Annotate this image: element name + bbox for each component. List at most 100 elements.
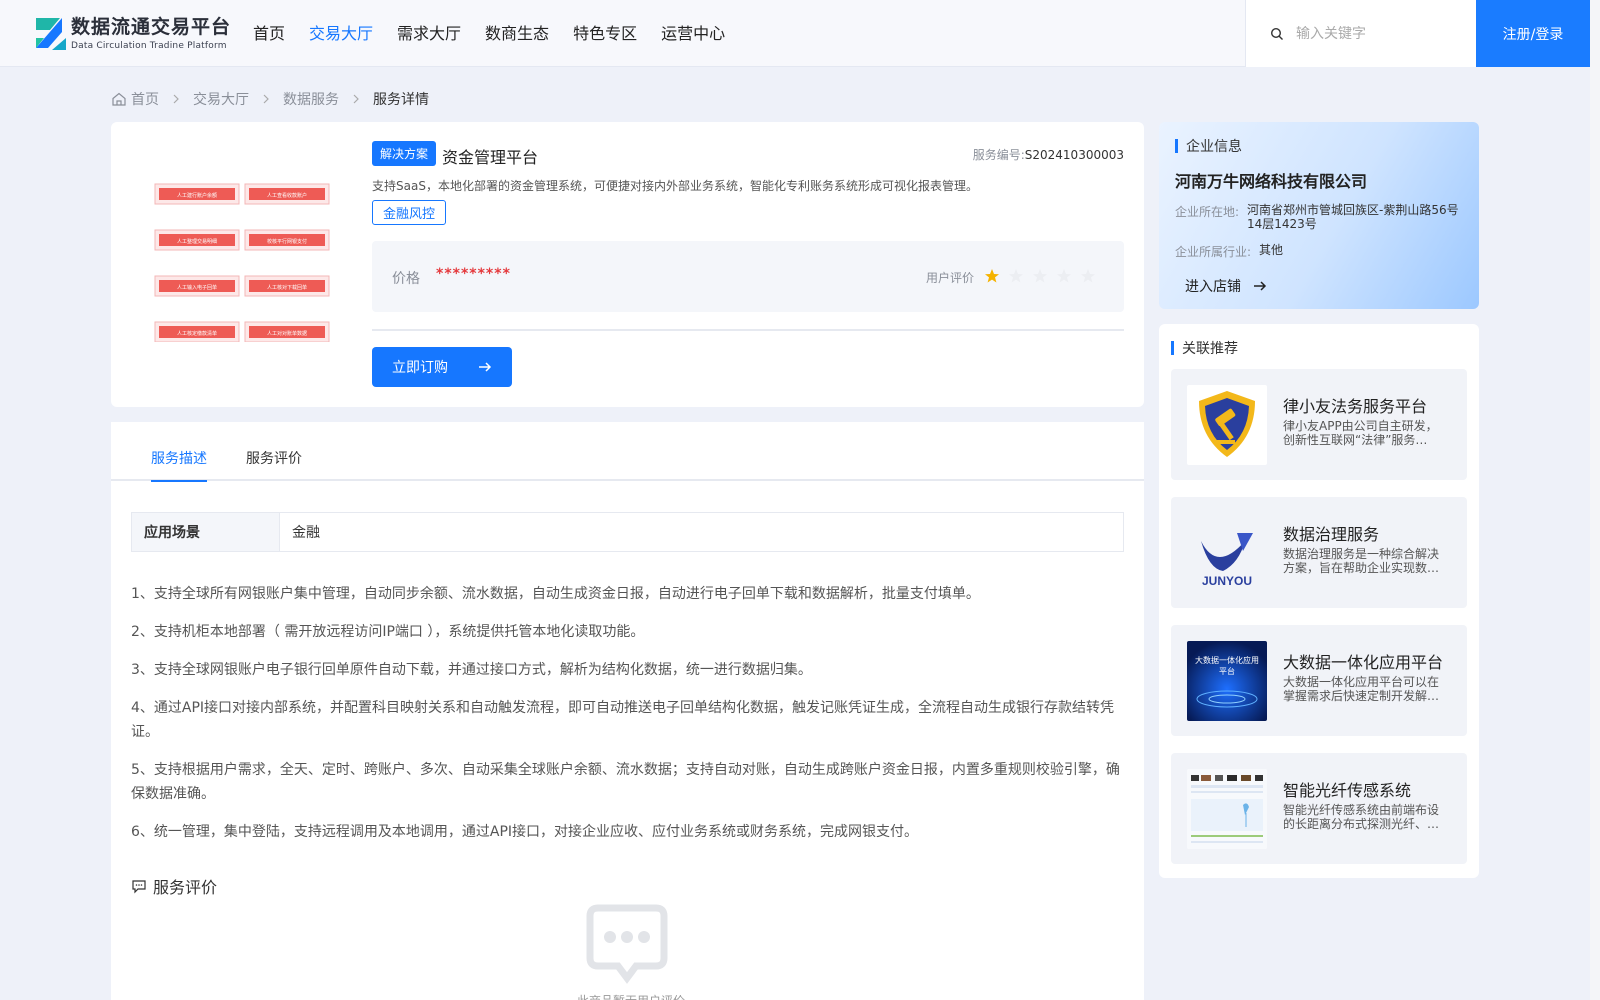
scene-key: 应用场景: [132, 513, 280, 551]
bigdata-banner-icon: 大数据一体化应用平台: [1187, 641, 1267, 721]
industry-label: 企业所属行业:: [1175, 245, 1252, 259]
svg-text:人工核对下载回单: 人工核对下载回单: [267, 284, 307, 291]
search-icon[interactable]: [1270, 27, 1284, 41]
svg-text:人工建行账户余额: 人工建行账户余额: [177, 192, 217, 199]
detail-tabs: 服务描述 服务评价: [111, 422, 1144, 482]
nav-special-zone[interactable]: 特色专区: [565, 0, 645, 67]
image-step-box: 校核平行网银支付: [244, 229, 330, 251]
description-paragraph: 3、支持全球网银账户电子银行回单原件自动下载，并通过接口方式，解析为结构化数据，…: [131, 662, 812, 678]
price-label: 价格: [392, 271, 420, 287]
site-logo[interactable]: 数据流通交易平台 Data Circulation Tradine Platfo…: [30, 14, 231, 54]
service-code: 服务编号:S202410300003: [972, 148, 1124, 162]
star-rating: [984, 268, 1104, 284]
svg-text:校核平行网银支付: 校核平行网银支付: [267, 238, 307, 245]
recommend-desc: 大数据一体化应用平台可以在掌握需求后快速定制开发解…: [1283, 675, 1440, 703]
svg-text:人工输入电子回单: 人工输入电子回单: [177, 284, 217, 291]
description-paragraph: 1、支持全球所有网银账户集中管理，自动同步余额、流水数据，自动生成资金日报，自动…: [131, 586, 980, 602]
scene-value: 金融: [292, 525, 320, 541]
review-header: 服务评价: [131, 874, 217, 898]
industry-value: 其他: [1259, 243, 1284, 257]
price-panel: 价格 ********* 用户评价: [372, 241, 1124, 312]
product-title: 资金管理平台: [442, 148, 539, 167]
tab-service-description[interactable]: 服务描述: [151, 448, 207, 482]
recommend-title: 律小友法务服务平台: [1283, 397, 1428, 416]
description-list: 1、支持全球所有网银账户集中管理，自动同步余额、流水数据，自动生成资金日报，自动…: [131, 582, 1126, 858]
image-step-box: 人工建行账户余额: [154, 183, 240, 205]
svg-text:人工对对账单数据: 人工对对账单数据: [267, 330, 307, 337]
tab-service-review[interactable]: 服务评价: [246, 448, 302, 480]
company-info-card: 企业信息 河南万牛网络科技有限公司 企业所在地: 河南省郑州市管城回族区-紫荆山…: [1159, 122, 1479, 309]
description-paragraph: 4、通过API接口对接内部系统，并配置科目映射关系和自动触发流程，即可自动推送电…: [131, 700, 1115, 740]
junyou-logo-icon: JUNYOU: [1201, 533, 1253, 588]
recommend-title: 大数据一体化应用平台: [1283, 653, 1444, 672]
arrow-right-icon: [1254, 281, 1267, 291]
breadcrumb-data-service[interactable]: 数据服务: [283, 89, 339, 109]
recommend-item[interactable]: 大数据一体化应用平台 大数据一体化应用平台 大数据一体化应用平台可以在掌握需求后…: [1171, 625, 1467, 736]
logo-icon: [36, 18, 66, 50]
image-step-box: 人工核对下载回单: [244, 275, 330, 297]
image-step-box: 人工整理交易明细: [154, 229, 240, 251]
breadcrumb-home[interactable]: 首页: [131, 89, 159, 109]
breadcrumb-current: 服务详情: [373, 92, 429, 108]
buy-now-button[interactable]: 立即订购: [372, 347, 512, 387]
recommend-desc: 律小友APP由公司自主研发，创新性互联网“法律”服务…: [1283, 419, 1438, 447]
location-label: 企业所在地:: [1175, 205, 1240, 219]
price-value: *********: [436, 266, 511, 282]
company-section-title: 企业信息: [1175, 136, 1242, 156]
star-filled-icon: [985, 269, 999, 283]
description-paragraph: 6、统一管理，集中登陆，支持远程调用及本地调用，通过API接口，对接企业应收、应…: [131, 824, 919, 840]
comment-icon: [132, 880, 146, 894]
recommend-item[interactable]: 智能光纤传感系统 智能光纤传感系统由前端布设的长距离分布式探测光纤、…: [1171, 753, 1467, 864]
svg-text:人工查看收款账户: 人工查看收款账户: [267, 192, 307, 199]
svg-text:JUNYOU: JUNYOU: [1202, 574, 1252, 588]
breadcrumb-trading-hall[interactable]: 交易大厅: [193, 89, 249, 109]
recommend-title: 数据治理服务: [1283, 525, 1380, 544]
image-step-box: 人工查看收款账户: [244, 183, 330, 205]
gavel-shield-icon: [1199, 391, 1255, 457]
recommend-desc: 智能光纤传感系统由前端布设的长距离分布式探测光纤、…: [1283, 803, 1440, 831]
arrow-right-icon: [479, 362, 492, 372]
image-step-box: 人工对对账单数据: [244, 321, 330, 342]
recommend-thumbnail: [1187, 769, 1267, 849]
empty-comment-icon: [586, 904, 668, 984]
recommend-thumbnail: [1187, 385, 1267, 465]
star-empty-icon: [1009, 269, 1023, 283]
enter-shop-link[interactable]: 进入店铺: [1185, 276, 1267, 296]
login-register-button[interactable]: 注册/登录: [1476, 0, 1590, 67]
image-step-box: 人工核定缴款清单: [154, 321, 240, 342]
nav-operations[interactable]: 运营中心: [653, 0, 733, 67]
logo-title: 数据流通交易平台: [71, 16, 232, 38]
star-empty-icon: [1081, 269, 1095, 283]
search-input[interactable]: [1296, 25, 1466, 42]
location-value: 河南省郑州市管城回族区-紫荆山路56号14层1423号: [1247, 203, 1459, 231]
search-box: [1245, 0, 1476, 67]
nav-trading-hall[interactable]: 交易大厅: [301, 0, 381, 67]
nav-demand-hall[interactable]: 需求大厅: [389, 0, 469, 67]
recommend-thumbnail: JUNYOU: [1187, 513, 1267, 593]
home-icon[interactable]: [111, 91, 127, 107]
detail-section: 服务描述 服务评价 应用场景 金融 1、支持全球所有网银账户集中管理，自动同步余…: [111, 422, 1144, 1000]
chevron-right-icon: [263, 94, 269, 104]
recommend-section-title: 关联推荐: [1171, 338, 1238, 358]
chevron-right-icon: [173, 94, 179, 104]
product-image[interactable]: 人工建行账户余额 人工查看收款账户人工整理交易明细 校核平行网银支付人工输入电子回单…: [151, 174, 331, 342]
description-paragraph: 5、支持根据用户需求，全天、定时、跨账户、多次、自动采集全球账户余额、流水数据；…: [131, 762, 1120, 802]
main-nav: 首页 交易大厅 需求大厅 数商生态 特色专区 运营中心: [245, 0, 741, 67]
recommend-item[interactable]: 律小友法务服务平台 律小友APP由公司自主研发，创新性互联网“法律”服务…: [1171, 369, 1467, 480]
recommend-desc: 数据治理服务是一种综合解决方案，旨在帮助企业实现数…: [1283, 547, 1440, 575]
buy-now-label: 立即订购: [392, 360, 448, 376]
recommend-thumbnail: 大数据一体化应用平台: [1187, 641, 1267, 721]
nav-ecosystem[interactable]: 数商生态: [477, 0, 557, 67]
product-type-badge: 解决方案: [372, 141, 437, 166]
divider: [372, 329, 1124, 331]
image-step-box: 人工输入电子回单: [154, 275, 240, 297]
nav-home[interactable]: 首页: [245, 0, 293, 67]
product-card: 人工建行账户余额 人工查看收款账户人工整理交易明细 校核平行网银支付人工输入电子回单…: [111, 122, 1144, 407]
top-header: 数据流通交易平台 Data Circulation Tradine Platfo…: [0, 0, 1600, 67]
recommend-title: 智能光纤传感系统: [1283, 781, 1412, 800]
recommend-card: 关联推荐 律小友法务服务平台 律小友APP由公司自主研发，创新性互联网“法律”服…: [1159, 324, 1479, 878]
category-tag[interactable]: 金融风控: [372, 200, 447, 225]
page-scrollbar[interactable]: [1590, 0, 1600, 1000]
breadcrumb: 首页 交易大厅 数据服务 服务详情: [111, 89, 429, 109]
recommend-item[interactable]: JUNYOU 数据治理服务 数据治理服务是一种综合解决方案，旨在帮助企业实现数…: [1171, 497, 1467, 608]
